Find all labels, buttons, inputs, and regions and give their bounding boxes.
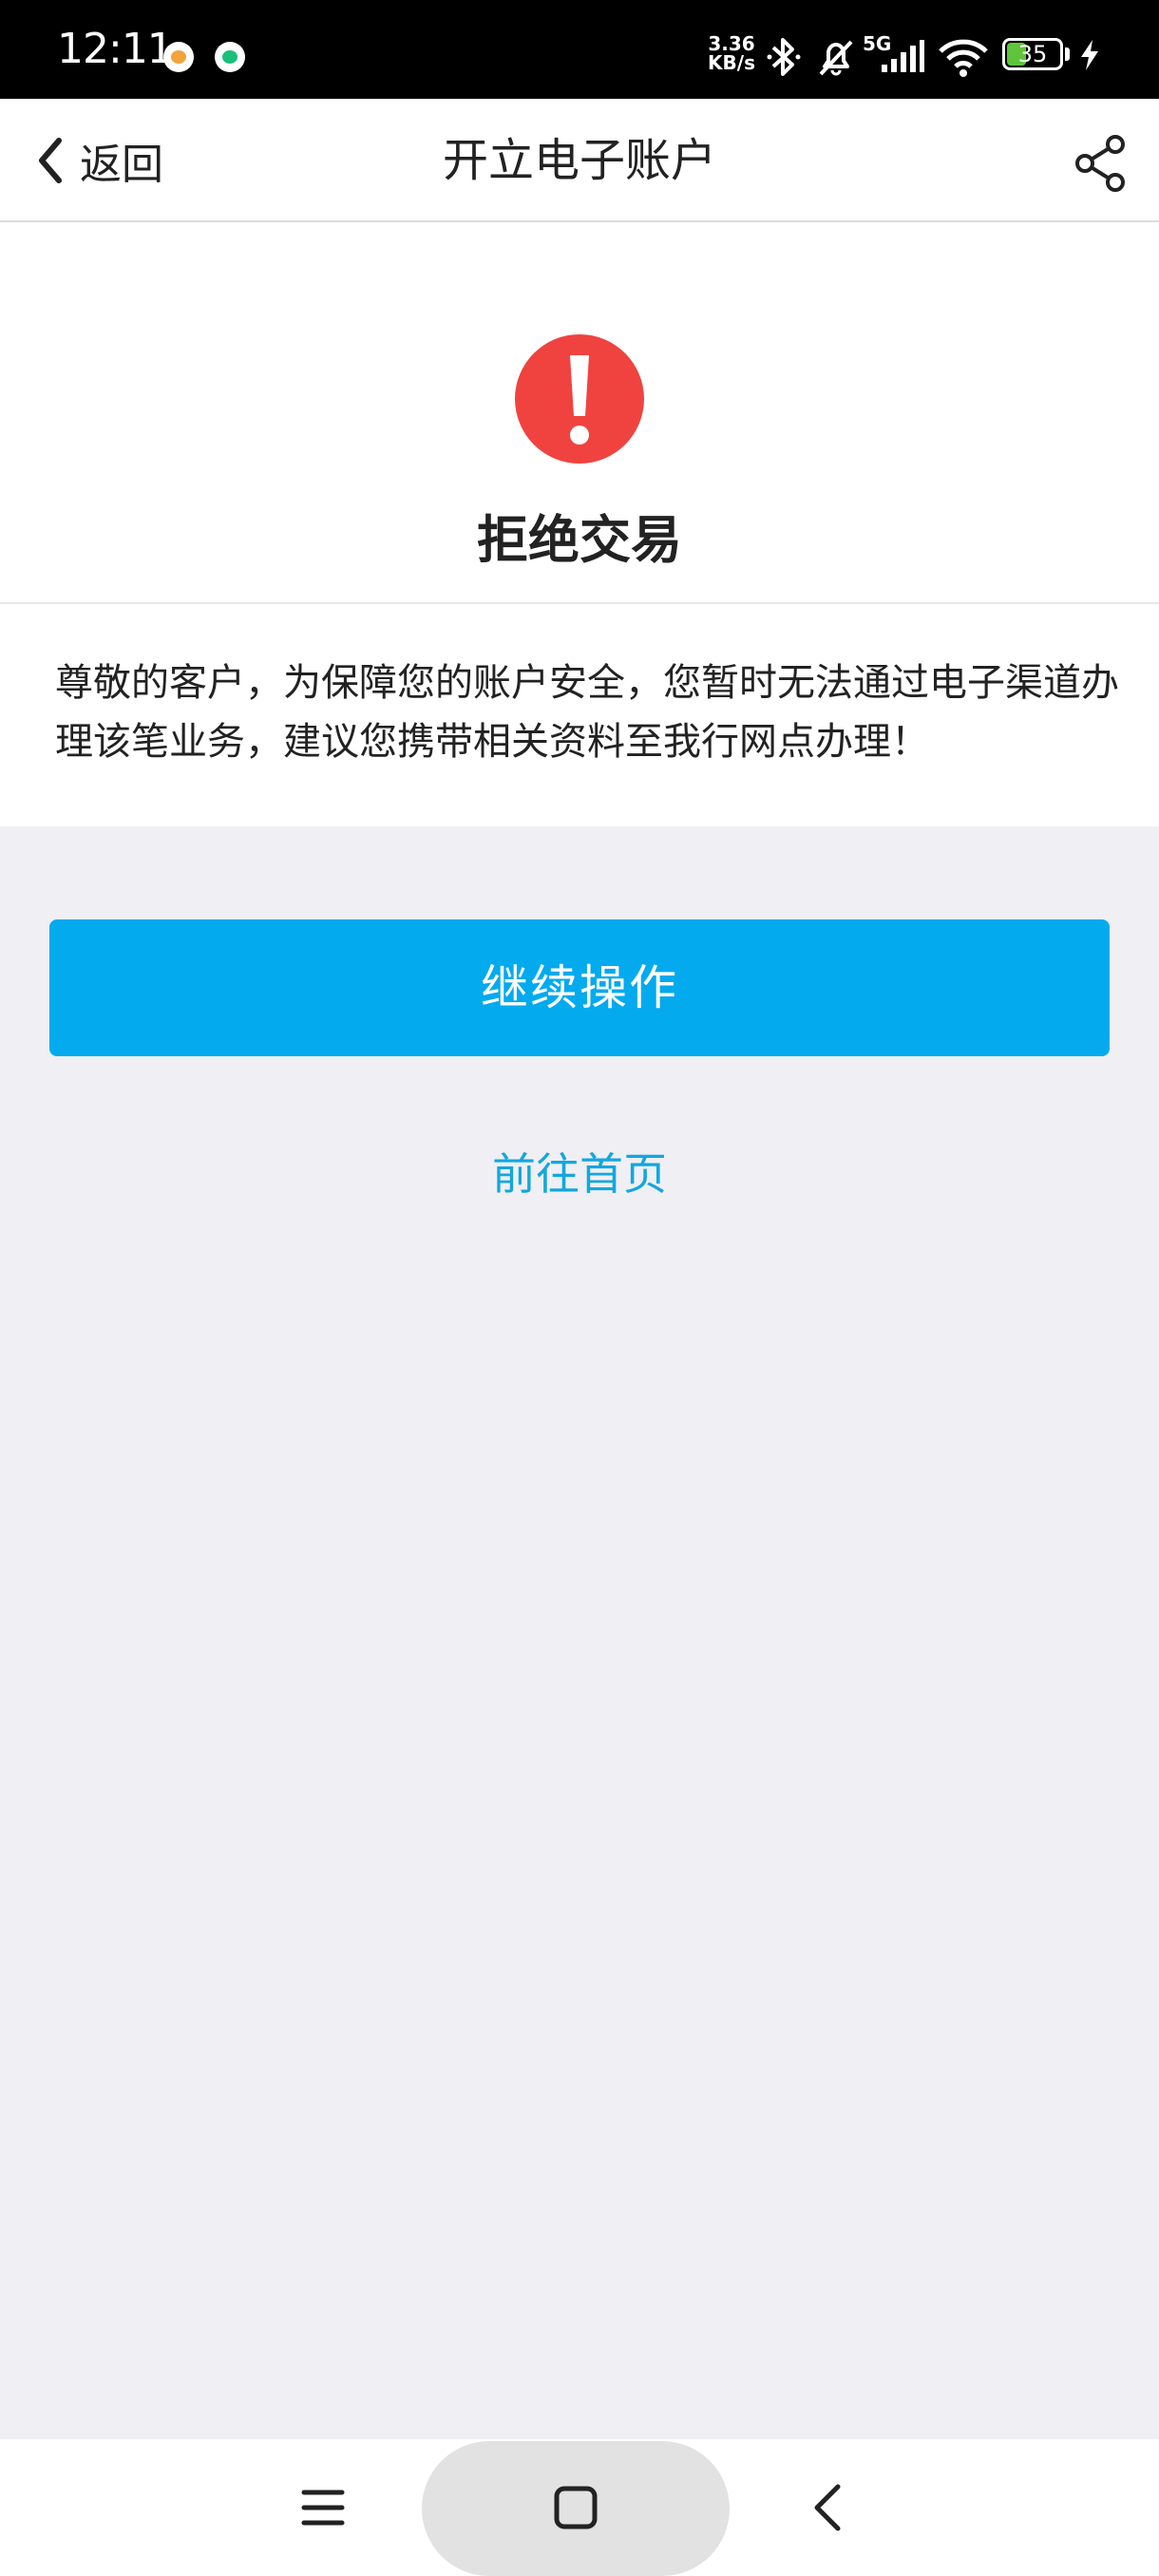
network-speed: 3.36 KB/s	[708, 32, 755, 74]
menu-icon[interactable]	[289, 2473, 357, 2542]
nav-bar: 返回 开立电子账户	[0, 99, 1159, 222]
status-bar: 12:11 3.36 KB/s 5G 35	[0, 0, 1159, 99]
notification-message-icon	[215, 42, 245, 72]
back-icon[interactable]	[796, 2473, 864, 2542]
result-title: 拒绝交易	[477, 510, 682, 570]
signal-icon	[882, 40, 924, 72]
page-title: 开立电子账户	[442, 134, 716, 187]
message-section: 尊敬的客户，为保障您的账户安全，您暂时无法通过电子渠道办理该笔业务，建议您携带相…	[0, 604, 1159, 826]
result-message: 尊敬的客户，为保障您的账户安全，您暂时无法通过电子渠道办理该笔业务，建议您携带相…	[55, 661, 1119, 764]
exclamation-icon	[515, 334, 644, 464]
status-time: 12:11	[57, 25, 174, 73]
wifi-icon	[939, 39, 988, 77]
result-section: 拒绝交易	[0, 222, 1159, 604]
go-home-link[interactable]: 前往首页	[390, 1144, 770, 1204]
system-nav-bar	[0, 2439, 1159, 2576]
charging-icon	[1081, 40, 1098, 70]
home-icon[interactable]	[542, 2473, 610, 2542]
battery-tip	[1065, 47, 1070, 61]
share-icon[interactable]	[1070, 133, 1130, 194]
battery-level: 35	[1017, 41, 1048, 67]
screen: 12:11 3.36 KB/s 5G 35 返回 开立电子账户 拒绝交易 尊敬的…	[0, 0, 1159, 2576]
continue-button[interactable]: 继续操作	[49, 919, 1110, 1056]
notification-app-icon	[163, 42, 194, 72]
mute-bell-icon	[819, 40, 853, 76]
bluetooth-icon	[767, 38, 801, 76]
battery-icon: 35	[1002, 38, 1063, 70]
